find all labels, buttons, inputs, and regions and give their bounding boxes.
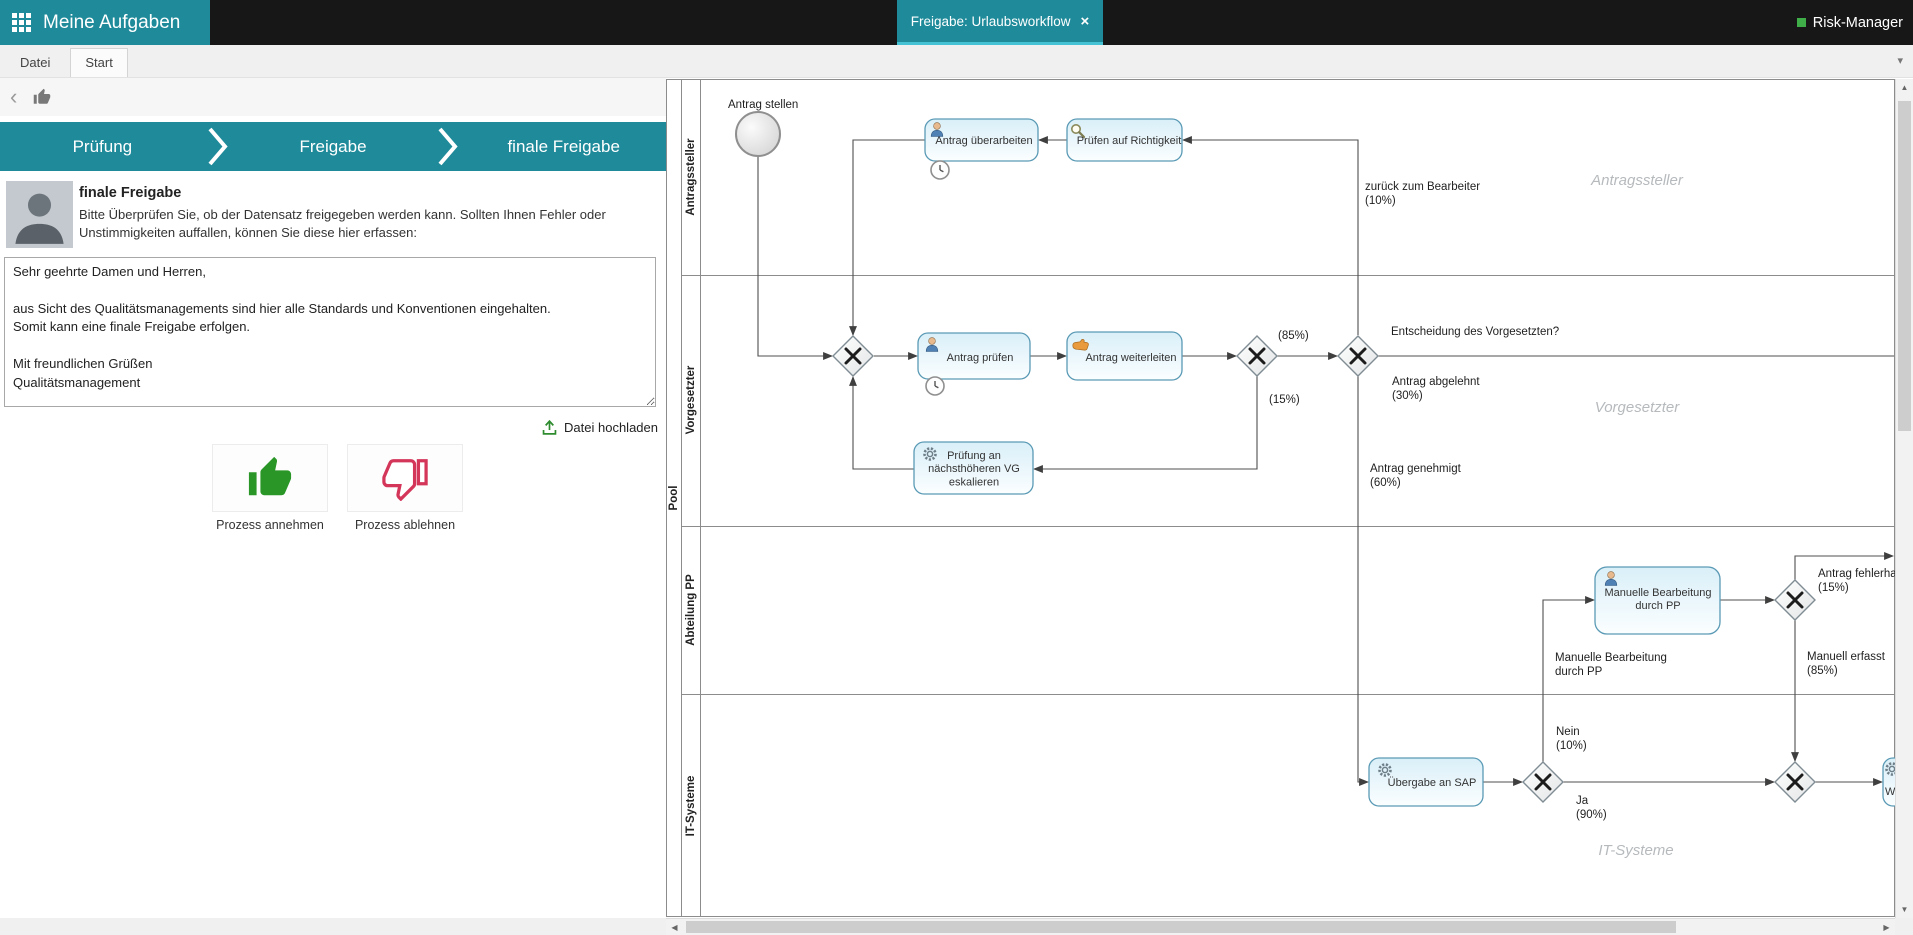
watermark-it-systeme: IT-Systeme (1598, 842, 1673, 859)
scroll-right-icon[interactable]: ▶ (1878, 919, 1895, 935)
scroll-down-icon[interactable]: ▼ (1896, 901, 1913, 918)
task-manuelle-bearbeitung-pp[interactable]: Manuelle Bearbeitungdurch PP (1595, 567, 1720, 634)
start-event-label: Antrag stellen (728, 99, 798, 111)
product-name-label: Risk-Manager (1813, 15, 1903, 31)
bottom-bar: ◀ ▶ (0, 918, 1913, 935)
chevron-right-icon (435, 122, 461, 171)
avatar (6, 181, 73, 248)
app-title: Meine Aufgaben (43, 12, 180, 34)
upload-icon (541, 419, 558, 436)
svg-text:Übergabe an SAP: Übergabe an SAP (1388, 777, 1477, 789)
stage-finale-freigabe[interactable]: finale Freigabe (461, 122, 666, 171)
bpmn-diagram-panel: Pool Antragssteller Vorgesetzter Abteilu… (666, 79, 1895, 918)
task-partially-visible[interactable]: W (1883, 758, 1895, 806)
ribbon-tab-datei[interactable]: Datei (6, 49, 64, 77)
upload-file-button[interactable]: Datei hochladen (541, 419, 658, 436)
vertical-scroll-thumb[interactable] (1898, 101, 1911, 431)
task-description: Bitte Überprüfen Sie, ob der Datensatz f… (79, 206, 657, 243)
ribbon-collapse-icon[interactable]: ▾ (1897, 54, 1903, 67)
application-window: Meine Aufgaben Freigabe: Urlaubsworkflow… (0, 0, 1913, 935)
task-uebergabe-an-sap[interactable]: Übergabe an SAP (1369, 758, 1483, 806)
upload-label: Datei hochladen (564, 420, 658, 435)
back-icon[interactable]: ‹ (10, 86, 17, 108)
accept-process-label: Prozess annehmen (212, 518, 328, 532)
document-tab[interactable]: Freigabe: Urlaubsworkflow × (897, 0, 1103, 45)
timer-icon (926, 377, 944, 395)
scroll-up-icon[interactable]: ▲ (1896, 79, 1913, 96)
svg-text:Antrag weiterleiten: Antrag weiterleiten (1085, 352, 1176, 364)
svg-text:W: W (1885, 786, 1895, 798)
thumbs-up-icon (212, 444, 328, 512)
task-panel: ‹ Prüfung Freigabe finale Freigabe (0, 78, 666, 918)
scroll-left-icon[interactable]: ◀ (666, 919, 683, 935)
pool-frame: Pool Antragssteller Vorgesetzter Abteilu… (667, 80, 1895, 917)
annotation-85-percent: (85%) (1278, 330, 1309, 342)
workflow-stage-bar: Prüfung Freigabe finale Freigabe (0, 122, 666, 171)
product-name: Risk-Manager (1797, 0, 1903, 45)
reject-process-label: Prozess ablehnen (347, 518, 463, 532)
svg-text:Antrag prüfen: Antrag prüfen (947, 352, 1014, 364)
ribbon-tab-start[interactable]: Start (70, 48, 127, 77)
watermark-antragssteller: Antragssteller (1590, 172, 1684, 189)
lane-label-it-systeme: IT-Systeme (685, 776, 697, 837)
timer-icon (931, 161, 949, 179)
stage-freigabe[interactable]: Freigabe (231, 122, 436, 171)
app-brand: Meine Aufgaben (0, 0, 210, 45)
chevron-right-icon (205, 122, 231, 171)
lane-label-antragssteller: Antragssteller (685, 138, 697, 216)
task-title: finale Freigabe (79, 185, 181, 201)
task-eskalieren[interactable]: Prüfung annächsthöheren VGeskalieren (914, 442, 1033, 494)
comment-input[interactable]: Sehr geehrte Damen und Herren, aus Sicht… (4, 257, 656, 407)
horizontal-scroll-thumb[interactable] (686, 921, 1676, 933)
accept-process-button[interactable]: Prozess annehmen (212, 444, 328, 532)
lane-label-vorgesetzter: Vorgesetzter (685, 365, 697, 434)
stage-pruefung[interactable]: Prüfung (0, 122, 205, 171)
reject-process-button[interactable]: Prozess ablehnen (347, 444, 463, 532)
watermark-vorgesetzter: Vorgesetzter (1595, 399, 1680, 416)
like-icon[interactable] (33, 88, 51, 106)
annotation-15-percent: (15%) (1269, 394, 1300, 406)
ribbon-tabs: Datei Start ▾ (0, 45, 1913, 78)
task-antrag-weiterleiten[interactable]: Antrag weiterleiten (1067, 332, 1182, 380)
svg-text:Antrag überarbeiten: Antrag überarbeiten (935, 135, 1032, 147)
tab-close-icon[interactable]: × (1081, 14, 1090, 29)
svg-text:Prüfen auf Richtigkeit: Prüfen auf Richtigkeit (1077, 135, 1182, 147)
task-toolbar: ‹ (0, 78, 666, 116)
pool-label: Pool (668, 486, 680, 511)
task-pruefen-auf-richtigkeit[interactable]: Prüfen auf Richtigkeit (1067, 119, 1182, 161)
bpmn-diagram: Pool Antragssteller Vorgesetzter Abteilu… (666, 79, 1895, 918)
annotation-entscheidung: Entscheidung des Vorgesetzten? (1391, 326, 1559, 338)
horizontal-scrollbar[interactable]: ◀ ▶ (666, 918, 1895, 935)
document-tab-label: Freigabe: Urlaubsworkflow (911, 14, 1071, 29)
thumbs-down-icon (347, 444, 463, 512)
apps-grid-icon[interactable] (12, 13, 31, 32)
lane-label-abteilung-pp: Abteilung PP (685, 574, 697, 646)
product-status-icon (1797, 18, 1806, 27)
vertical-scrollbar[interactable]: ▲ ▼ (1895, 79, 1913, 918)
top-bar: Meine Aufgaben Freigabe: Urlaubsworkflow… (0, 0, 1913, 45)
scrollbar-corner (1895, 918, 1913, 935)
